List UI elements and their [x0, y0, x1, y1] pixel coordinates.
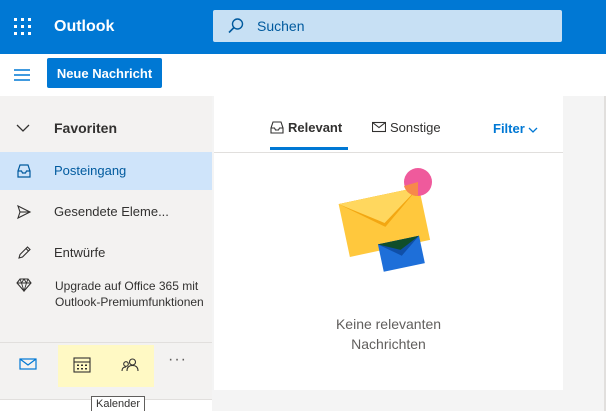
tab-divider: [214, 152, 563, 153]
send-icon: [16, 204, 32, 225]
calendar-icon: [73, 357, 91, 373]
upgrade-text: Upgrade auf Office 365 mit Outlook-Premi…: [55, 279, 204, 309]
chevron-down-icon[interactable]: [16, 120, 30, 138]
inbox-icon: [16, 163, 32, 184]
people-module-button[interactable]: [106, 345, 154, 387]
search-box[interactable]: Suchen: [213, 10, 562, 42]
bottom-gap: [214, 390, 606, 411]
search-icon: [227, 17, 245, 40]
tab-other[interactable]: Sonstige: [371, 120, 452, 152]
app-brand[interactable]: Outlook: [54, 18, 114, 36]
upgrade-banner[interactable]: Upgrade auf Office 365 mit Outlook-Premi…: [0, 268, 212, 332]
hamburger-menu-icon[interactable]: [14, 68, 30, 87]
sidebar-item-label: Posteingang: [54, 163, 127, 178]
favorites-header[interactable]: Favoriten: [0, 112, 212, 142]
module-switcher: ···: [0, 342, 212, 390]
mail-icon: [19, 358, 37, 370]
more-modules-button[interactable]: ···: [168, 351, 187, 369]
sidebar-item-label: Entwürfe: [54, 245, 106, 260]
sidebar-item-sent[interactable]: Gesendete Eleme...: [0, 193, 212, 231]
calendar-tooltip: Kalender: [91, 396, 146, 411]
message-list: Relevant Sonstige Filter Keine relevante…: [214, 96, 563, 390]
envelope-icon: [371, 121, 387, 136]
sidebar-item-inbox[interactable]: Posteingang: [0, 152, 212, 190]
reading-pane-area: [563, 96, 606, 411]
app-header: Outlook Suchen: [0, 0, 606, 54]
people-icon: [121, 358, 139, 372]
diamond-icon: [16, 278, 32, 297]
inbox-tray-icon: [270, 121, 284, 137]
tab-relevant[interactable]: Relevant: [270, 120, 350, 152]
search-input[interactable]: Suchen: [257, 18, 304, 34]
app-launcher-icon[interactable]: [14, 18, 32, 36]
sidebar-item-drafts[interactable]: Entwürfe: [0, 234, 212, 272]
filter-button[interactable]: Filter: [493, 121, 538, 137]
empty-line-1: Keine relevanten: [335, 316, 442, 332]
mail-module-button[interactable]: [4, 345, 52, 387]
tab-label: Relevant: [288, 120, 343, 135]
calendar-module-button[interactable]: [58, 345, 106, 387]
chevron-down-icon: [528, 122, 538, 137]
empty-mailbox-illustration-icon: [334, 166, 434, 281]
favorites-label: Favoriten: [54, 120, 118, 136]
sidebar-item-label: Gesendete Eleme...: [54, 204, 169, 219]
tab-label: Sonstige: [390, 120, 441, 135]
folder-pane: Favoriten Posteingang Gesendete Eleme...: [0, 96, 212, 411]
pencil-icon: [16, 245, 32, 266]
active-tab-indicator: [270, 147, 348, 150]
filter-label: Filter: [493, 121, 525, 136]
new-message-button[interactable]: Neue Nachricht: [47, 58, 162, 88]
empty-line-2: Nachrichten: [351, 336, 426, 352]
empty-state-message: Keine relevanten Nachrichten: [214, 314, 563, 354]
